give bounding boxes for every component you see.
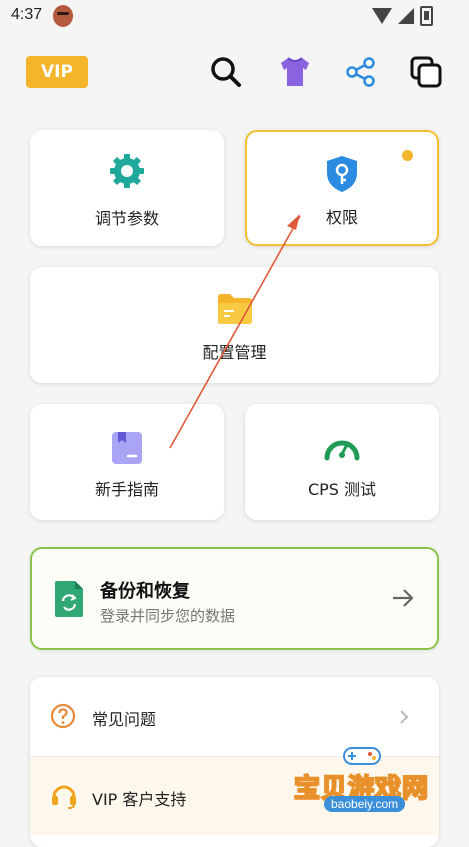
annotation-arrow [169,214,301,449]
gamepad-logo-icon [343,747,381,765]
watermark-url: baobeiy.com [324,796,406,812]
watermark: 宝贝游戏网 baobeiy.com [288,740,448,830]
